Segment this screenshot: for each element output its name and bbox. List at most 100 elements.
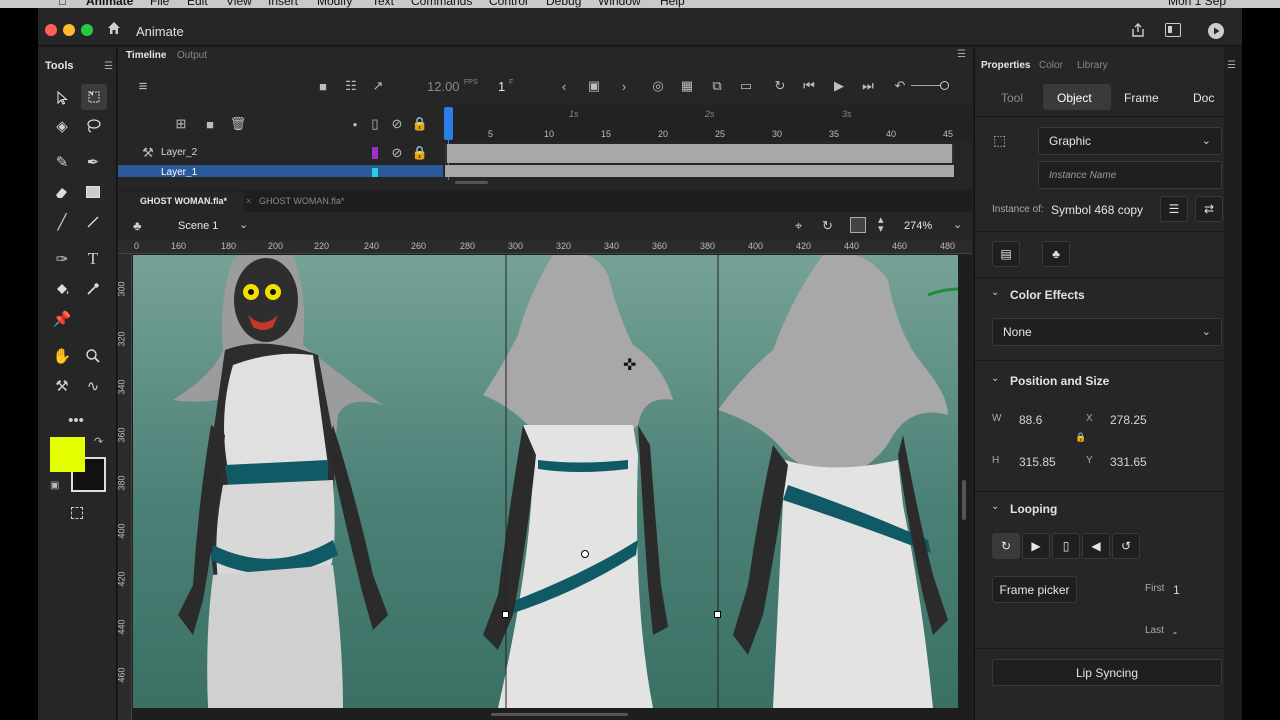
test-movie-icon[interactable] <box>1208 23 1224 39</box>
insert-keyframe-icon[interactable]: ▣ <box>585 77 603 95</box>
tab-timeline[interactable]: Timeline <box>126 50 166 61</box>
minimize-window-button[interactable] <box>63 24 75 36</box>
eraser-tool-icon[interactable] <box>50 180 74 204</box>
hidden-icon[interactable]: ⊘ <box>388 144 406 162</box>
zoom-tool-icon[interactable] <box>81 344 105 368</box>
scene-name[interactable]: Scene 1 <box>178 220 218 232</box>
tab-library[interactable]: Library <box>1077 60 1108 71</box>
delete-layer-icon[interactable]: 🗑 <box>229 115 247 133</box>
zoom-level[interactable]: 274% <box>904 220 932 232</box>
close-window-button[interactable] <box>45 24 57 36</box>
free-transform-tool-icon[interactable] <box>81 84 107 110</box>
step-back-icon[interactable]: ⏮ <box>800 77 818 95</box>
document-tab-label[interactable]: GHOST WOMAN.fla* <box>259 196 344 206</box>
hand-tool-icon[interactable]: ✋ <box>50 344 74 368</box>
previous-keyframe-icon[interactable]: ‹ <box>555 77 573 95</box>
menu-help[interactable]: Help <box>660 0 685 8</box>
character-front-view[interactable] <box>173 255 388 708</box>
frame-picker-button[interactable]: Frame picker <box>992 576 1077 603</box>
loop-reverse-icon[interactable]: ↺ <box>1112 533 1140 559</box>
workspace-layout-icon[interactable] <box>1165 23 1181 37</box>
pin-tool-icon[interactable]: 📌 <box>50 307 74 331</box>
center-stage-icon[interactable]: ⌖ <box>795 218 802 234</box>
layer-frames[interactable] <box>445 144 954 163</box>
chevron-down-icon[interactable]: ⌄ <box>991 501 999 512</box>
fluid-brush-tool-icon[interactable]: ╱ <box>50 210 74 234</box>
more-tools-icon[interactable]: ••• <box>64 408 88 432</box>
transform-handle[interactable] <box>714 611 721 618</box>
play-reverse-once-icon[interactable]: ◀ <box>1082 533 1110 559</box>
x-value[interactable]: 278.25 <box>1110 413 1147 427</box>
chevron-down-icon[interactable]: ⌄ <box>991 373 999 384</box>
onion-skin-icon[interactable]: ◎ <box>649 77 667 95</box>
loop-range-icon[interactable]: ▭ <box>737 77 755 95</box>
playhead[interactable] <box>444 107 453 140</box>
menu-view[interactable]: View <box>226 0 252 8</box>
lock-icon[interactable]: 🔒 <box>411 144 429 162</box>
rotate-stage-icon[interactable]: ↻ <box>822 218 833 234</box>
document-tab-active[interactable]: GHOST WOMAN.fla* <box>118 191 244 212</box>
next-keyframe-icon[interactable]: › <box>615 77 633 95</box>
y-value[interactable]: 331.65 <box>1110 455 1147 469</box>
edit-symbol-icon[interactable]: ▤ <box>992 241 1020 267</box>
stage-horizontal-scrollbar[interactable] <box>491 713 628 716</box>
eyedropper-tool-icon[interactable] <box>81 277 105 301</box>
clip-content-icon[interactable] <box>850 217 866 233</box>
properties-panel-menu-icon[interactable]: ☰ <box>1227 60 1236 71</box>
menu-control[interactable]: Control <box>489 0 528 8</box>
menu-file[interactable]: File <box>150 0 169 8</box>
new-folder-icon[interactable]: ■ <box>201 115 219 133</box>
tab-color[interactable]: Color <box>1039 60 1063 71</box>
menu-app[interactable]: Animate <box>86 0 133 8</box>
color-effects-dropdown[interactable]: None ⌄ <box>992 318 1222 346</box>
fps-value[interactable]: 12.00 <box>427 79 460 94</box>
edit-multiple-frames-icon[interactable]: ▦ <box>678 77 696 95</box>
last-value[interactable]: - <box>1173 625 1177 639</box>
zoom-window-button[interactable] <box>81 24 93 36</box>
menu-edit[interactable]: Edit <box>187 0 208 8</box>
layer-frames[interactable] <box>445 165 954 177</box>
first-value[interactable]: 1 <box>1173 583 1180 597</box>
height-value[interactable]: 315.85 <box>1019 455 1056 469</box>
close-tab-icon[interactable]: × <box>246 196 251 206</box>
center-frame-icon[interactable]: ⧉ <box>708 77 726 95</box>
symbol-options-icon[interactable]: ☰ <box>1160 196 1188 222</box>
lip-syncing-button[interactable]: Lip Syncing <box>992 659 1222 686</box>
rectangle-tool-icon[interactable] <box>81 180 105 204</box>
paint-brush-tool-icon[interactable]: ✎ <box>50 150 74 174</box>
3d-rotation-tool-icon[interactable]: ◈ <box>50 114 74 138</box>
break-apart-icon[interactable]: ♣ <box>1042 241 1070 267</box>
frame-zoom-slider[interactable] <box>911 85 941 86</box>
bone-tool-icon[interactable]: ⚒ <box>50 374 74 398</box>
single-frame-icon[interactable]: ▯ <box>1052 533 1080 559</box>
play-icon[interactable]: ▶ <box>830 77 848 95</box>
subtab-doc[interactable]: Doc <box>1193 91 1214 105</box>
swap-colors-icon[interactable]: ↷ <box>94 435 103 448</box>
tab-output[interactable]: Output <box>177 50 207 61</box>
menu-debug[interactable]: Debug <box>546 0 581 8</box>
line-tool-icon[interactable] <box>81 210 105 234</box>
share-icon[interactable] <box>1130 22 1146 38</box>
layer-row-selected[interactable]: Layer_1 <box>118 165 443 177</box>
character-rear-view[interactable] <box>718 255 958 708</box>
tab-properties[interactable]: Properties <box>981 60 1030 71</box>
width-value[interactable]: 88.6 <box>1019 413 1042 427</box>
chevron-down-icon[interactable]: ⌄ <box>991 287 999 298</box>
lock-layers-icon[interactable]: 🔒 <box>411 115 429 133</box>
timeline-scrollbar[interactable] <box>455 181 488 184</box>
zoom-dropdown-chevron-icon[interactable]: ⌄ <box>953 218 962 231</box>
scene-symbol-icon[interactable]: ♣ <box>133 218 142 233</box>
menu-text[interactable]: Text <box>372 0 394 8</box>
paint-bucket-tool-icon[interactable] <box>50 277 74 301</box>
play-once-icon[interactable]: ▶ <box>1022 533 1050 559</box>
layer-row[interactable]: ⚒ Layer_2 ⊘ 🔒 <box>118 143 443 163</box>
menu-modify[interactable]: Modify <box>317 0 352 8</box>
color-effects-title[interactable]: Color Effects <box>1010 288 1085 302</box>
undo-icon[interactable]: ↶ <box>891 77 909 95</box>
layer-parenting-icon[interactable]: ☷ <box>342 77 360 95</box>
brush-tool-icon[interactable]: ✒ <box>81 150 105 174</box>
camera-icon[interactable]: ■ <box>314 77 332 95</box>
default-colors-icon[interactable]: ▣ <box>50 480 59 491</box>
instance-name-input[interactable]: Instance Name <box>1038 161 1222 189</box>
stage-canvas[interactable]: ✜ <box>133 255 958 708</box>
